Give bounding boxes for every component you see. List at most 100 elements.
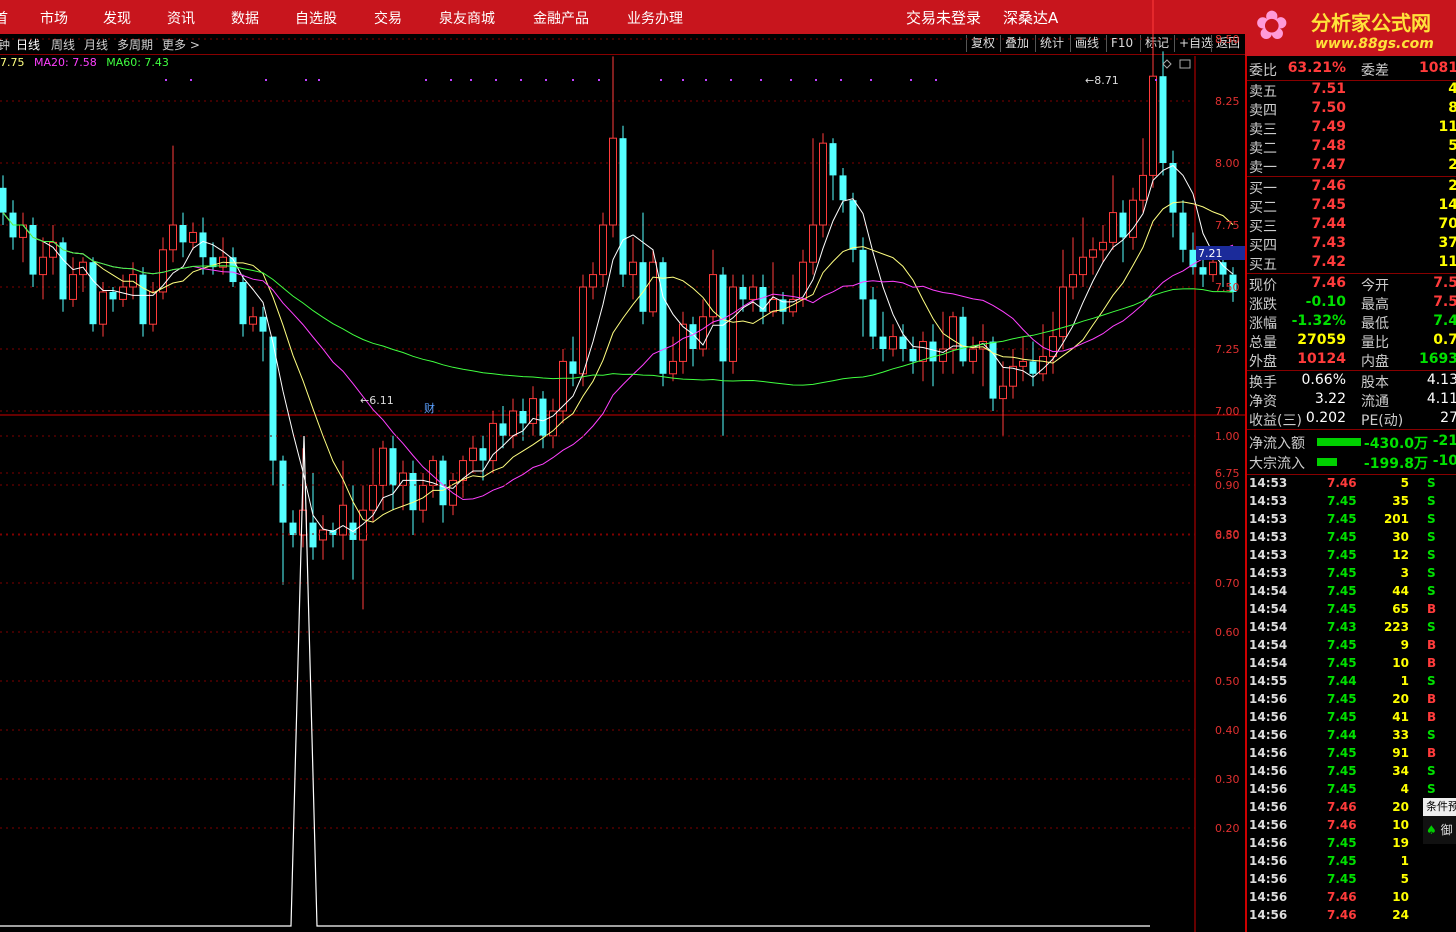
tick-price: 7.45: [1327, 872, 1357, 886]
bid-price: 7.46: [1311, 178, 1346, 194]
bid-price: 7.42: [1311, 254, 1346, 270]
tick-price: 7.46: [1327, 818, 1357, 832]
candle-body: [139, 274, 147, 325]
fundamental-label: 收益(三): [1249, 413, 1302, 429]
price-tick-label: 7.50: [1215, 281, 1240, 294]
stat-value-2: 0.7: [1433, 332, 1456, 348]
tick-volume: 12: [1392, 548, 1409, 562]
tick-time: 14:56: [1249, 818, 1288, 832]
candle-body: [479, 448, 487, 461]
tick-volume: 1: [1400, 674, 1409, 688]
ma-legend-ma60: MA60: 7.43: [106, 56, 169, 69]
candle-body: [749, 286, 757, 300]
candle-body: [1089, 249, 1097, 258]
candle-body: [909, 349, 917, 362]
ask-price: 7.49: [1311, 119, 1346, 135]
signal-dot: [450, 79, 452, 81]
price-tick-label: 8.00: [1215, 157, 1240, 170]
candle-body: [519, 411, 527, 424]
fundamental-value: 0.202: [1305, 410, 1346, 426]
ask-volume: 11: [1438, 119, 1456, 135]
tick-time: 14:53: [1249, 512, 1288, 526]
candle-body: [1079, 256, 1087, 276]
candle-body: [149, 291, 157, 325]
tick-row: 14:54 7.45 65 B: [1247, 602, 1456, 620]
tick-row: 14:53 7.45 12 S: [1247, 548, 1456, 566]
bid-price: 7.44: [1311, 216, 1346, 232]
tick-price: 7.44: [1327, 728, 1357, 742]
candle-body: [879, 336, 887, 349]
tick-volume: 1: [1400, 854, 1409, 868]
flower-icon: ✿: [1255, 3, 1289, 49]
stat-label: 现价: [1249, 278, 1277, 294]
tick-price: 7.45: [1327, 512, 1357, 526]
signal-dot: [265, 79, 267, 81]
tick-time: 14:55: [1249, 674, 1288, 688]
candle-body: [609, 137, 617, 226]
ask-row: 卖三 7.49 11: [1247, 119, 1456, 138]
indicator-pane: 1.00 0.90 0.80 0.70 0.60 0.50 0.40 0.30 0.20: [0, 430, 1240, 927]
candle-body: [0, 187, 7, 213]
stat-label-2: 最低: [1361, 316, 1389, 332]
price-tick-label: 7.25: [1215, 343, 1240, 356]
bid-price: 7.43: [1311, 235, 1346, 251]
signal-dot: [910, 79, 912, 81]
tick-price: 7.45: [1327, 638, 1357, 652]
candle-body: [619, 138, 627, 275]
signal-dot: [520, 79, 522, 81]
tick-row: 14:54 7.45 10 B: [1247, 656, 1456, 674]
stat-label-2: 内盘: [1361, 354, 1389, 370]
tick-price: 7.44: [1327, 674, 1357, 688]
tick-row: 14:56 7.45 5: [1247, 872, 1456, 890]
signal-dot: [705, 79, 707, 81]
chart-area[interactable]: 8.508.258.007.757.507.257.006.756.507.21…: [0, 0, 1245, 932]
tick-volume: 91: [1392, 746, 1409, 760]
ask-label: 卖三: [1249, 122, 1277, 138]
separator: [1247, 370, 1456, 371]
current-price-tag: 7.21: [1198, 247, 1223, 260]
signal-dot: [572, 79, 574, 81]
tick-direction: S: [1427, 620, 1436, 634]
ask-label: 卖五: [1249, 84, 1277, 100]
tick-time: 14:53: [1249, 494, 1288, 508]
tick-direction: B: [1427, 746, 1437, 760]
candle-body: [299, 509, 307, 536]
ma20-line: [2, 212, 1234, 501]
window-icon: [1179, 59, 1191, 69]
signal-dot: [165, 79, 167, 81]
signal-dot: [935, 79, 937, 81]
weibi-value: 63.21%: [1287, 60, 1346, 76]
tick-volume: 3: [1400, 566, 1409, 580]
tick-volume: 9: [1400, 638, 1409, 652]
tick-direction: B: [1427, 656, 1437, 670]
condition-popup-item[interactable]: ♠ 御: [1423, 816, 1456, 844]
stat-value: -1.32%: [1291, 313, 1346, 329]
candle-body: [659, 262, 667, 374]
condition-popup-title[interactable]: 条件预: [1423, 798, 1456, 816]
high-annotation: ←8.71: [1085, 74, 1119, 87]
candle-body: [1199, 267, 1207, 275]
candle-body: [809, 224, 817, 263]
bid-label: 买三: [1249, 219, 1277, 235]
tick-price: 7.45: [1327, 530, 1357, 544]
signal-dot: [598, 79, 600, 81]
candle-body: [39, 256, 47, 276]
bid-row: 买一 7.46 2: [1247, 178, 1456, 197]
bid-volume: 14: [1438, 197, 1456, 213]
tick-direction: S: [1427, 548, 1436, 562]
candle-body: [409, 473, 417, 511]
signal-dot: [318, 79, 320, 81]
candle-body: [259, 316, 267, 332]
candle-body: [1059, 286, 1067, 338]
candle-body: [179, 225, 187, 243]
indicator-tick-label: 0.70: [1215, 577, 1240, 590]
stat-value: 7.46: [1311, 275, 1346, 291]
candle-body: [1119, 212, 1127, 238]
tick-price: 7.43: [1327, 620, 1357, 634]
indicator-line: [0, 435, 1150, 927]
price-tick-label: 8.50: [1215, 33, 1240, 46]
tick-price: 7.45: [1327, 782, 1357, 796]
tick-volume: 24: [1392, 908, 1409, 922]
ask-row: 卖二 7.48 5: [1247, 138, 1456, 157]
tick-direction: B: [1427, 638, 1437, 652]
